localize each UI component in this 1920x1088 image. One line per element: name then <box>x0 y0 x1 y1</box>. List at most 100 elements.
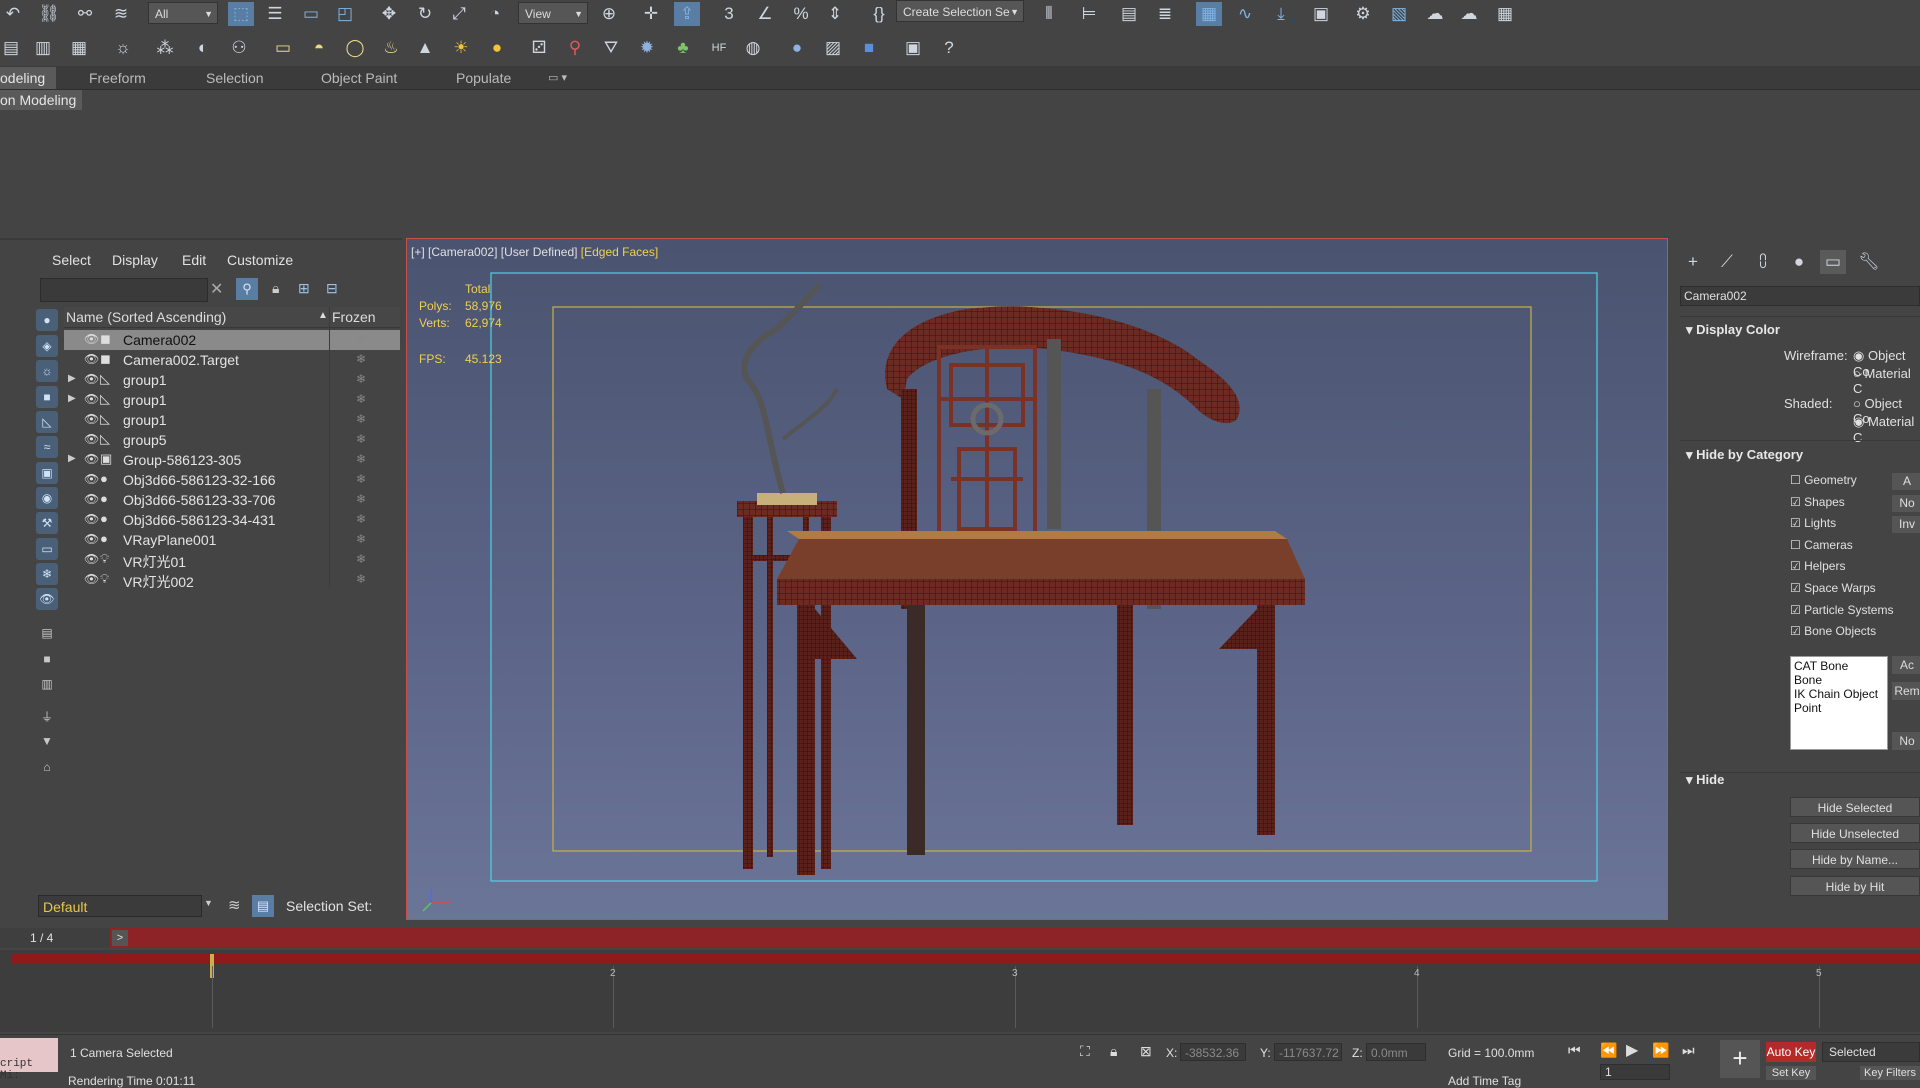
layer-dropdown[interactable]: Default <box>38 895 202 917</box>
dome-primitive-icon[interactable]: ◓ <box>306 36 332 60</box>
ribbon-options-icon[interactable]: ▭ ▾ <box>548 67 567 89</box>
category-action-button[interactable]: No <box>1892 494 1920 512</box>
sound-icon[interactable]: ◐ <box>190 36 216 60</box>
wireframe-material-color-radio[interactable]: ○ Material C <box>1853 366 1920 396</box>
modify-tab-icon[interactable]: ⟋ <box>1714 250 1740 274</box>
filter-funnel-icon[interactable]: ⏚ <box>36 705 58 727</box>
hair-icon[interactable]: HF <box>706 36 732 60</box>
viewport-shading-label[interactable]: [Edged Faces] <box>581 245 658 259</box>
set-key-button[interactable]: Set Key <box>1766 1066 1816 1080</box>
table-row[interactable]: 👁︎ ◺ group5 ❄ <box>64 430 400 450</box>
category-action-button[interactable]: Inv <box>1892 516 1920 534</box>
y-coord-field[interactable]: -117637.72 <box>1274 1043 1342 1061</box>
hide-rollout[interactable]: ▾ Hide <box>1686 772 1724 788</box>
angle-snap-icon[interactable]: ∠ <box>752 2 778 26</box>
lights-lister-icon[interactable]: ☼ <box>110 36 136 60</box>
auto-key-button[interactable]: Auto Key <box>1766 1042 1816 1062</box>
rect-selection-icon[interactable]: ▭ <box>298 2 324 26</box>
selection-set-icon[interactable]: ▤ <box>252 895 274 917</box>
current-frame-field[interactable]: 1 <box>1600 1064 1670 1080</box>
display-cameras-icon[interactable]: ■ <box>36 386 58 408</box>
object-name-field[interactable]: Camera002 <box>1680 286 1920 306</box>
tab-object-paint[interactable]: Object Paint <box>321 67 397 89</box>
utilities-tab-icon[interactable]: 🔧︎ <box>1856 250 1882 274</box>
mirror-icon[interactable]: ⫴ <box>1036 2 1062 26</box>
create-tab-icon[interactable]: + <box>1680 250 1706 274</box>
environment-fog-icon[interactable]: ✹ <box>634 36 660 60</box>
absolute-mode-icon[interactable]: ⊠ <box>1140 1043 1152 1060</box>
pivot-center-icon[interactable]: ⊕ <box>596 2 622 26</box>
column-frozen-header[interactable]: Frozen <box>332 309 376 325</box>
scatter-instance-icon[interactable]: ◍ <box>740 36 766 60</box>
unlink-icon[interactable]: ⚯ <box>72 2 98 26</box>
help-icon[interactable]: ? <box>936 36 962 60</box>
placement-icon[interactable]: ◔ <box>482 2 508 26</box>
freeze-icon[interactable]: ❄ <box>356 412 366 426</box>
x-coord-field[interactable]: -38532.36 <box>1180 1043 1246 1061</box>
table-row[interactable]: 👁︎ ● VRayPlane001 ❄ <box>64 530 400 550</box>
visibility-eye-icon[interactable]: 👁︎ <box>84 332 99 346</box>
tab-selection[interactable]: Selection <box>206 67 264 89</box>
viewport-label[interactable]: [+] [Camera002] [User Defined] [Edged Fa… <box>411 245 658 259</box>
proxy-icon[interactable]: ⚂ <box>526 36 552 60</box>
selection-lock-icon[interactable]: 🔒︎ <box>1110 1043 1117 1060</box>
filter-toggle-icon[interactable]: ⚲ <box>236 278 258 300</box>
display-containers-icon[interactable]: ▭ <box>36 538 58 560</box>
visibility-eye-icon[interactable]: 👁︎ <box>84 532 99 546</box>
hide-selected-button[interactable]: Hide Selected <box>1790 797 1920 817</box>
freeze-icon[interactable]: ❄ <box>356 392 366 406</box>
table-row[interactable]: ▶ 👁︎ ▣ Group-586123-305 ❄ <box>64 450 400 470</box>
goto-end-icon[interactable]: ⏭ <box>1682 1042 1695 1059</box>
table-row[interactable]: 👁︎ ◼ Camera002.Target ❄ <box>64 350 400 370</box>
category-checkbox[interactable]: ☐ Geometry <box>1790 473 1857 487</box>
display-spacewarps-icon[interactable]: ≈ <box>36 436 58 458</box>
viewport-pov-label[interactable]: [Camera002] <box>428 245 497 259</box>
keyboard-shortcut-icon[interactable]: ⇪ <box>674 2 700 26</box>
display-frozen-icon[interactable]: ❄ <box>36 563 58 585</box>
checkbox-unchecked-icon[interactable]: ☐ <box>1790 473 1804 487</box>
layer-tool-icon[interactable]: ▤ <box>0 36 24 60</box>
cloner-icon[interactable]: ⚇ <box>226 36 252 60</box>
rotate-icon[interactable]: ↻ <box>412 2 438 26</box>
expand-icon[interactable]: ▶ <box>68 453 76 464</box>
layer-explorer-icon[interactable]: ≣ <box>1152 2 1178 26</box>
visibility-eye-icon[interactable]: 👁︎ <box>84 472 99 486</box>
freeze-icon[interactable]: ❄ <box>356 372 366 386</box>
render-setup-icon[interactable]: ⚙ <box>1350 2 1376 26</box>
table-row[interactable]: 👁︎ 💡︎ VR灯光002 ❄ <box>64 570 400 590</box>
freeze-icon[interactable]: ❄ <box>356 472 366 486</box>
scale-icon[interactable]: ⤢ <box>446 2 472 26</box>
list-item[interactable]: IK Chain Object <box>1794 687 1884 701</box>
cone-light-icon[interactable]: ▲ <box>412 36 438 60</box>
undo-icon[interactable]: ↶ <box>0 2 26 26</box>
column-name-header[interactable]: Name (Sorted Ascending) <box>66 309 226 325</box>
visibility-eye-icon[interactable]: 👁︎ <box>84 572 99 586</box>
hide-by-hit-button[interactable]: Hide by Hit <box>1790 876 1920 896</box>
hide-by-category-rollout[interactable]: ▾ Hide by Category <box>1686 447 1803 463</box>
render-iterative-icon[interactable]: ☁ <box>1456 2 1482 26</box>
viewport-mode-label[interactable]: [User Defined] <box>501 245 578 259</box>
hierarchy-tab-icon[interactable]: ⩇ <box>1750 250 1776 274</box>
checkbox-checked-icon[interactable]: ☑ <box>1790 516 1804 530</box>
snaps-toggle-icon[interactable]: 3 <box>716 2 742 26</box>
select-by-name-icon[interactable]: ☰ <box>262 2 288 26</box>
next-frame-button[interactable]: > <box>112 930 128 946</box>
freeze-icon[interactable]: ❄ <box>356 512 366 526</box>
display-shapes-icon[interactable]: ◈ <box>36 335 58 357</box>
toggle-scene-explorer-icon[interactable]: ▤ <box>1116 2 1142 26</box>
sun-light-icon[interactable]: ☀ <box>448 36 474 60</box>
category-checkbox[interactable]: ☑ Helpers <box>1790 559 1845 573</box>
category-action-button[interactable]: A <box>1892 473 1920 490</box>
render-production-icon[interactable]: ☁ <box>1422 2 1448 26</box>
select-object-icon[interactable]: ⬚ <box>228 2 254 26</box>
category-checkbox[interactable]: ☑ Lights <box>1790 516 1836 530</box>
visibility-eye-icon[interactable]: 👁︎ <box>84 552 99 566</box>
percent-snap-icon[interactable]: % <box>788 2 814 26</box>
explorer-menu-display[interactable]: Display <box>112 252 158 268</box>
align-icon[interactable]: ⊨ <box>1076 2 1102 26</box>
visibility-eye-icon[interactable]: 👁︎ <box>84 372 99 386</box>
window-crossing-icon[interactable]: ◰ <box>332 2 358 26</box>
ribbon-subpanel-label[interactable]: on Modeling <box>0 90 82 110</box>
vray-sphere-icon[interactable]: ● <box>784 36 810 60</box>
plant-icon[interactable]: ♣ <box>670 36 696 60</box>
